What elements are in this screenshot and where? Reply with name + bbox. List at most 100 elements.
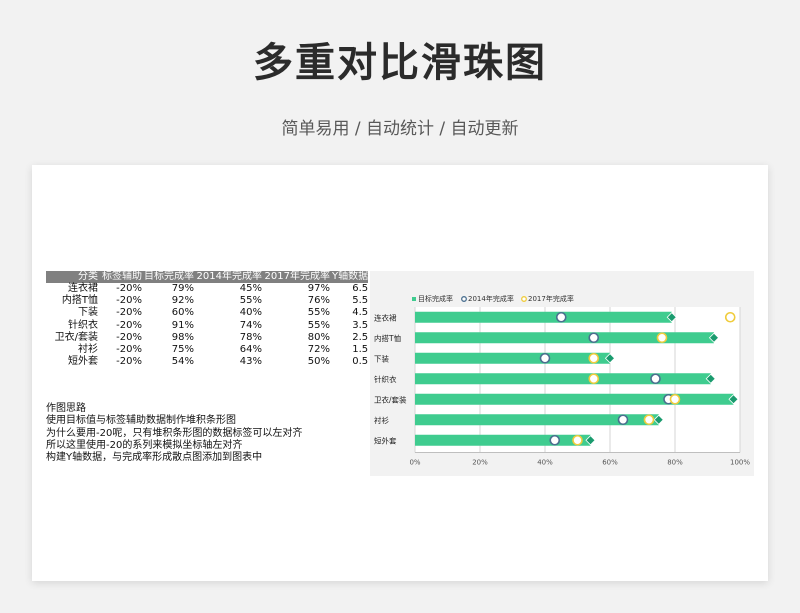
table-row: 短外套 -20% 54% 43% 50% 0.5 bbox=[46, 356, 368, 368]
point-2014 bbox=[588, 332, 600, 344]
x-tick-label: 40% bbox=[537, 459, 553, 467]
table-row: 连衣裙 -20% 79% 45% 97% 6.5 bbox=[46, 283, 368, 295]
point-2017 bbox=[572, 434, 583, 446]
table-cell: 97% bbox=[307, 283, 330, 295]
table-cell: 80% bbox=[307, 331, 330, 343]
legend-swatch-2017 bbox=[521, 296, 527, 302]
table-row: 针织衣 -20% 91% 74% 55% 3.5 bbox=[46, 320, 368, 332]
legend-label-target: 目标完成率 bbox=[418, 294, 453, 303]
table-cell: 74% bbox=[239, 319, 262, 331]
point-2017 bbox=[588, 373, 600, 385]
table-header-cell: Y轴数据 bbox=[330, 271, 369, 283]
table-cell: 55% bbox=[307, 319, 330, 331]
table-cell: 4.5 bbox=[352, 307, 369, 319]
table-cell: 3.5 bbox=[352, 319, 369, 331]
page-subtitle: 简单易用 / 自动统计 / 自动更新 bbox=[281, 119, 519, 139]
point-2014 bbox=[539, 352, 551, 364]
category-label: 短外套 bbox=[374, 435, 397, 445]
table-row: 下装 -20% 60% 40% 55% 4.5 bbox=[46, 307, 368, 319]
chart-area: 0% 20% 40% 60% 80% 100% 目标完成率 2014年完成率 2017年完成率连… bbox=[370, 271, 754, 476]
table-cell: 43% bbox=[239, 356, 262, 368]
category-label: 卫衣/套装 bbox=[374, 394, 407, 404]
table-row: 内搭T恤 -20% 92% 55% 76% 5.5 bbox=[46, 295, 368, 307]
content-card: 分类 标签辅助 目标完成率 2014年完成率 2017年完成率 Y轴数据 连衣裙… bbox=[32, 165, 768, 581]
notes-line: 所以这里使用-20的系列来模拟坐标轴左对齐 bbox=[46, 439, 243, 451]
category-label: 下装 bbox=[374, 353, 389, 363]
x-tick-label: 20% bbox=[472, 459, 488, 467]
point-2014 bbox=[650, 373, 661, 385]
table-cell: 1.5 bbox=[352, 344, 369, 356]
table-header-row: 分类 标签辅助 目标完成率 2014年完成率 2017年完成率 Y轴数据 bbox=[46, 271, 369, 283]
table-cell: 50% bbox=[307, 356, 330, 368]
page-title: 多重对比滑珠图 bbox=[253, 40, 547, 86]
table-cell: 40% bbox=[239, 307, 262, 319]
table-header-cell: 分类 bbox=[46, 271, 98, 283]
table-row: 卫衣/套装 -20% 98% 78% 80% 2.5 bbox=[46, 332, 368, 344]
point-2017 bbox=[724, 311, 736, 323]
point-2017 bbox=[656, 332, 668, 344]
point-2017 bbox=[643, 414, 655, 426]
point-2017 bbox=[588, 352, 600, 364]
notes: 作图思路 使用目标值与标签辅助数据制作堆积条形图 为什么要用-20呢，只有堆积条… bbox=[46, 403, 302, 464]
table-header-cell: 2014年完成率 bbox=[194, 271, 262, 283]
legend-swatch-target bbox=[412, 297, 416, 301]
table-cell: 78% bbox=[239, 331, 262, 343]
legend-label-2014: 2014年完成率 bbox=[468, 294, 514, 303]
table-cell: -20% bbox=[116, 331, 142, 343]
table-cell: 64% bbox=[239, 344, 262, 356]
target-bar bbox=[415, 373, 711, 385]
table-cell: 79% bbox=[171, 283, 194, 295]
x-tick-label: 80% bbox=[667, 459, 683, 467]
table-cell: 针织衣 bbox=[68, 319, 98, 331]
table-header-cell: 2017年完成率 bbox=[262, 271, 330, 283]
table-cell: 内搭T恤 bbox=[61, 295, 98, 307]
table-cell: 54% bbox=[171, 356, 194, 368]
point-2014 bbox=[555, 311, 567, 323]
table-cell: -20% bbox=[116, 356, 142, 368]
category-label: 衬衫 bbox=[374, 415, 389, 425]
table-cell: 45% bbox=[239, 283, 262, 295]
notes-line: 构建Y轴数据，与完成率形成散点图添加到图表中 bbox=[46, 452, 263, 464]
table-cell: 连衣裙 bbox=[68, 283, 98, 295]
notes-line: 为什么要用-20呢，只有堆积条形图的数据标签可以左对齐 bbox=[46, 427, 303, 439]
table-cell: 75% bbox=[171, 344, 194, 356]
category-label: 内搭T恤 bbox=[374, 333, 402, 343]
table-cell: -20% bbox=[116, 319, 142, 331]
table-header-cell: 目标完成率 bbox=[142, 271, 194, 283]
table-cell: 55% bbox=[239, 295, 262, 307]
legend-swatch-2014 bbox=[461, 296, 467, 302]
table-cell: 98% bbox=[171, 331, 194, 343]
notes-heading: 作图思路 bbox=[46, 403, 86, 414]
table-row: 衬衫 -20% 75% 64% 72% 1.5 bbox=[46, 344, 368, 356]
dumbbell-chart: 0% 20% 40% 60% 80% 100% 目标完成率 2014年完成率 2017年完成率连… bbox=[370, 271, 754, 476]
table-cell: 92% bbox=[171, 295, 194, 307]
point-2017 bbox=[669, 393, 681, 405]
table-cell: 短外套 bbox=[68, 356, 98, 368]
table-cell: -20% bbox=[116, 307, 142, 319]
target-bar bbox=[415, 311, 672, 323]
table-header-cell: 标签辅助 bbox=[98, 271, 142, 283]
target-bar bbox=[415, 393, 734, 405]
x-tick-label: 0% bbox=[409, 459, 420, 467]
x-tick-label: 100% bbox=[730, 459, 750, 467]
table-cell: 76% bbox=[307, 295, 330, 307]
table-cell: 91% bbox=[171, 319, 194, 331]
x-tick-label: 60% bbox=[602, 459, 618, 467]
table-cell: 55% bbox=[307, 307, 330, 319]
table-cell: 卫衣/套装 bbox=[54, 331, 98, 343]
table-cell: 5.5 bbox=[352, 295, 369, 307]
table-cell: 6.5 bbox=[352, 283, 369, 295]
target-bar bbox=[415, 332, 714, 344]
table-cell: 衬衫 bbox=[78, 344, 98, 356]
table-cell: 下装 bbox=[78, 307, 98, 319]
data-table: 分类 标签辅助 目标完成率 2014年完成率 2017年完成率 Y轴数据 连衣裙… bbox=[46, 271, 369, 368]
point-2014 bbox=[549, 434, 561, 446]
table-cell: 60% bbox=[171, 307, 194, 319]
category-label: 针织衣 bbox=[374, 374, 397, 384]
legend-label-2017: 2017年完成率 bbox=[528, 294, 574, 303]
category-label: 连衣裙 bbox=[374, 312, 397, 322]
table-cell: 72% bbox=[307, 344, 330, 356]
table-cell: -20% bbox=[116, 344, 142, 356]
table-cell: -20% bbox=[116, 283, 142, 295]
target-bar bbox=[415, 352, 610, 364]
